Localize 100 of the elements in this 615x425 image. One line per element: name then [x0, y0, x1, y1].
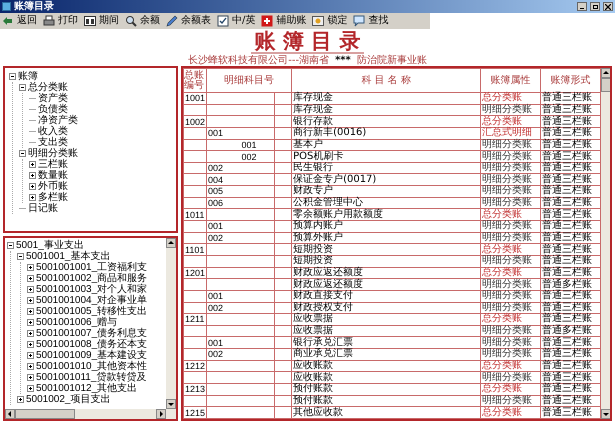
table-cell: 明细分类账 — [480, 336, 541, 349]
table-cell: 总分类账 — [480, 384, 541, 396]
horizontal-scrollbar[interactable] — [5, 409, 176, 419]
expand-icon[interactable] — [27, 319, 34, 326]
table-cell: 1101 — [184, 244, 206, 256]
table-cell: 002 — [206, 232, 240, 244]
table-cell: 明细分类账 — [480, 348, 541, 360]
table-cell: 零余额账户用款额度 — [292, 208, 481, 221]
table-cell: 明细分类账 — [480, 150, 541, 162]
table-cell: 财政应返还额度 — [292, 278, 481, 290]
tree-item[interactable]: 日记账 — [28, 201, 58, 216]
minimize-button[interactable] — [577, 2, 587, 11]
expand-icon[interactable] — [27, 286, 34, 293]
table-cell: 1212 — [184, 360, 206, 372]
expand-icon[interactable] — [29, 183, 36, 190]
expand-icon[interactable] — [27, 352, 34, 359]
column-header: 账簿形式 — [540, 68, 601, 92]
collapse-icon[interactable] — [9, 73, 16, 80]
table-cell: 明细分类账 — [480, 197, 541, 209]
close-button[interactable] — [603, 2, 613, 11]
table-cell: 1011 — [184, 208, 206, 221]
table-cell — [184, 220, 206, 232]
table-cell: 明细分类账 — [480, 104, 541, 116]
toolbar-button[interactable]: 锁定 — [312, 15, 348, 27]
toolbar-button[interactable]: 返回 — [2, 15, 37, 27]
table-cell — [184, 162, 206, 174]
table-cell: 财政授权支付 — [292, 302, 481, 314]
table-cell: 预付账款 — [292, 395, 481, 407]
table-cell — [184, 372, 206, 384]
pencil-icon — [166, 15, 178, 27]
expand-icon[interactable] — [27, 341, 34, 348]
expand-icon[interactable] — [29, 194, 36, 201]
expand-icon[interactable] — [27, 374, 34, 381]
expand-icon[interactable] — [27, 264, 34, 271]
table-cell: 总分类账 — [480, 244, 541, 256]
toolbar-button[interactable]: 余额表 — [166, 15, 211, 27]
table-cell: 普通三栏账 — [540, 232, 601, 244]
collapse-icon[interactable] — [19, 84, 26, 91]
table-cell — [184, 174, 206, 186]
table-cell: 应收账款 — [292, 372, 481, 384]
table-cell — [184, 336, 206, 349]
table-cell: 明细分类账 — [480, 372, 541, 384]
table-cell: 总分类账 — [480, 360, 541, 372]
expand-icon[interactable] — [27, 385, 34, 392]
tree-item[interactable]: 5001002_项目支出 — [26, 392, 110, 407]
collapse-icon[interactable] — [17, 253, 24, 260]
table-cell: 001 — [206, 290, 240, 302]
restore-button[interactable] — [590, 2, 600, 11]
table-cell: 预算内账户 — [292, 220, 481, 232]
table-cell: 普通三栏账 — [540, 406, 601, 418]
toolbar-button[interactable]: 中/英 — [217, 15, 256, 27]
scroll-thumb[interactable] — [15, 409, 75, 419]
toolbar-button[interactable]: 期间 — [84, 15, 119, 27]
table-cell: 明细分类账 — [480, 325, 541, 337]
expand-icon[interactable] — [27, 275, 34, 282]
table-cell — [184, 278, 206, 290]
table-cell — [184, 139, 206, 151]
table-cell: POS机刷卡 — [292, 150, 481, 162]
collapse-icon[interactable] — [7, 242, 14, 249]
expand-icon[interactable] — [29, 172, 36, 179]
toolbar-button[interactable]: 查找 — [353, 15, 388, 27]
table-cell: 普通三栏账 — [540, 360, 601, 372]
table-cell: 库存现金 — [292, 92, 481, 104]
vertical-scrollbar[interactable] — [166, 238, 176, 409]
scroll-thumb[interactable] — [601, 78, 610, 92]
table-cell: 002 — [206, 348, 240, 360]
table-cell: 1002 — [184, 116, 206, 128]
column-header: 账簿属性 — [480, 68, 541, 92]
table-cell: 保证金专户(0017) — [292, 174, 481, 186]
table-cell: 普通三栏账 — [540, 395, 601, 407]
table-cell — [184, 290, 206, 302]
table-cell — [184, 302, 206, 314]
table-cell: 明细分类账 — [480, 278, 541, 290]
table-cell: 明细分类账 — [480, 395, 541, 407]
expand-icon[interactable] — [27, 330, 34, 337]
frame-icon — [312, 15, 324, 27]
expand-icon[interactable] — [29, 161, 36, 168]
plus-square-icon — [261, 15, 274, 27]
table-cell: 1215 — [184, 406, 206, 418]
table-cell: 财政专户 — [292, 186, 481, 198]
table-cell: 明细分类账 — [480, 186, 541, 198]
collapse-icon[interactable] — [19, 150, 26, 157]
expand-icon[interactable] — [27, 308, 34, 315]
printer-icon — [43, 15, 55, 27]
expand-icon[interactable] — [27, 363, 34, 370]
toolbar-button[interactable]: 余额 — [125, 15, 160, 27]
toolbar-button[interactable]: 打印 — [43, 15, 78, 27]
table-cell: 001 — [206, 336, 240, 349]
table-cell: 普通多栏账 — [540, 325, 601, 337]
table-cell: 普通三栏账 — [540, 267, 601, 279]
table-cell: 001 — [206, 220, 240, 232]
expand-icon[interactable] — [27, 297, 34, 304]
table-cell: 明细分类账 — [480, 139, 541, 151]
toolbar-button[interactable]: 辅助账 — [261, 15, 306, 27]
table-cell: 001 — [240, 139, 274, 151]
table-cell — [184, 232, 206, 244]
table-cell: 总分类账 — [480, 208, 541, 221]
vertical-scrollbar[interactable] — [601, 68, 610, 419]
table-cell: 002 — [206, 302, 240, 314]
expand-icon[interactable] — [17, 396, 24, 403]
